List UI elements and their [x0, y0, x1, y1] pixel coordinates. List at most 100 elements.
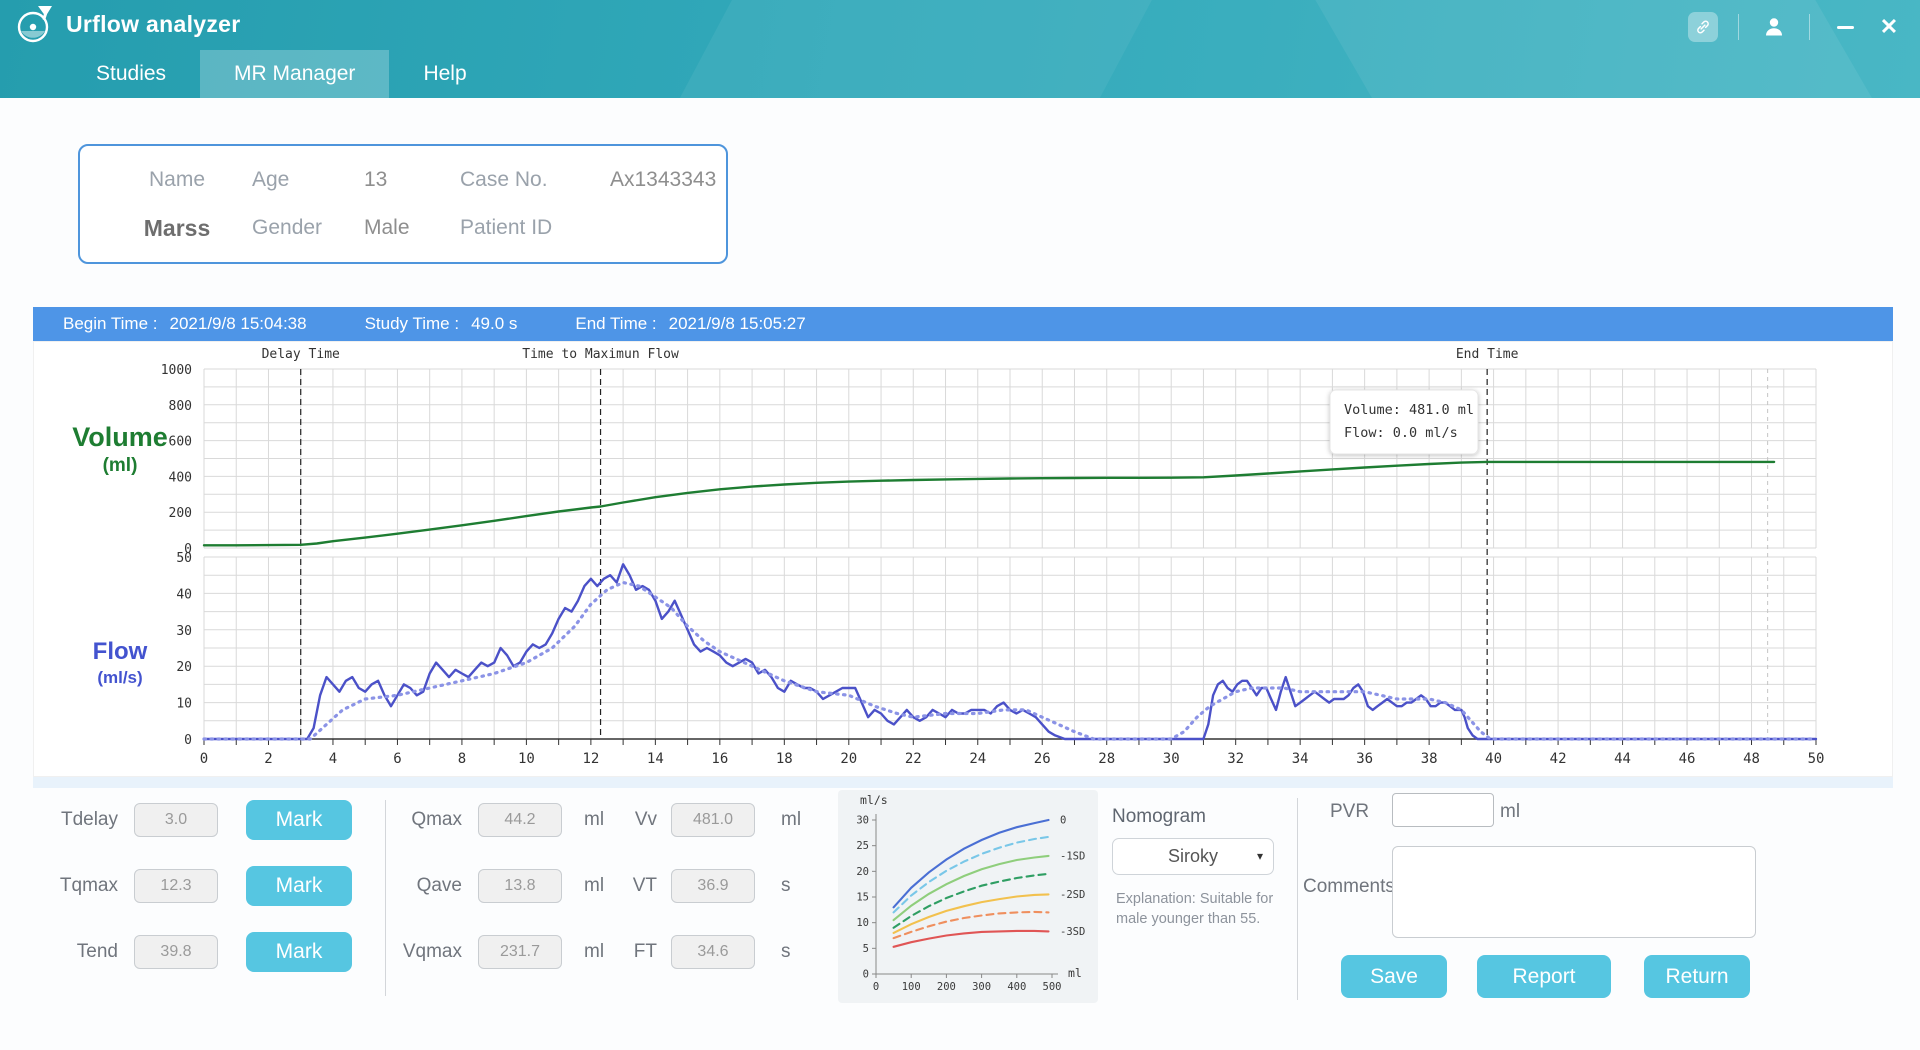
- tqmax-mark-button[interactable]: Mark: [246, 866, 352, 906]
- svg-text:40: 40: [1485, 751, 1502, 767]
- svg-text:30: 30: [1163, 751, 1180, 767]
- tdelay-row: Tdelay 3.0 Mark: [46, 800, 352, 840]
- vqmax-label: Vqmax: [390, 941, 462, 963]
- svg-text:38: 38: [1421, 751, 1438, 767]
- qmax-vv-row: Qmax 44.2 ml Vv 481.0 ml: [390, 800, 811, 840]
- header-decoration: [647, 0, 1173, 98]
- svg-text:300: 300: [972, 981, 991, 993]
- svg-text:25: 25: [856, 840, 869, 852]
- section-divider: [385, 800, 386, 996]
- return-button[interactable]: Return: [1644, 955, 1750, 998]
- svg-text:400: 400: [1007, 981, 1026, 993]
- nav-item-studies[interactable]: Studies: [62, 50, 200, 98]
- svg-text:0: 0: [200, 751, 208, 767]
- nav-item-mr-manager[interactable]: MR Manager: [200, 50, 389, 98]
- pvr-input[interactable]: [1392, 793, 1494, 827]
- patient-case-value: Ax1343343: [610, 168, 716, 192]
- svg-text:10: 10: [856, 917, 869, 929]
- app-header: Urflow analyzer ✕ Studies: [0, 0, 1920, 98]
- qave-value: 13.8: [478, 869, 562, 903]
- patient-age-value: 13: [364, 168, 460, 192]
- comments-textarea[interactable]: [1392, 846, 1756, 938]
- close-button[interactable]: ✕: [1872, 12, 1906, 42]
- ft-label: FT: [614, 941, 657, 963]
- svg-text:Flow: 0.0 ml/s: Flow: 0.0 ml/s: [1344, 425, 1458, 441]
- tqmax-value: 12.3: [134, 869, 218, 903]
- svg-text:20: 20: [176, 660, 192, 675]
- tdelay-label: Tdelay: [46, 809, 118, 831]
- study-time-label: Study Time :: [365, 314, 459, 334]
- tdelay-mark-button[interactable]: Mark: [246, 800, 352, 840]
- svg-text:36: 36: [1356, 751, 1373, 767]
- svg-text:30: 30: [176, 624, 192, 639]
- flow-axis-title: Flow (ml/s): [74, 638, 166, 688]
- flow-metrics-section: Qmax 44.2 ml Vv 481.0 ml Qave 13.8 ml VT…: [390, 800, 811, 972]
- separator: [1738, 14, 1739, 40]
- time-marks-section: Tdelay 3.0 Mark Tqmax 12.3 Mark Tend 39.…: [46, 800, 352, 972]
- vv-label: Vv: [614, 809, 657, 831]
- tend-label: Tend: [46, 941, 118, 963]
- tend-mark-button[interactable]: Mark: [246, 932, 352, 972]
- svg-text:40: 40: [176, 587, 192, 602]
- uroflow-chart-canvas[interactable]: 0246810121416182022242628303234363840424…: [34, 342, 1894, 778]
- patient-id-label: Patient ID: [460, 216, 610, 240]
- svg-text:24: 24: [969, 751, 986, 767]
- svg-text:100: 100: [902, 981, 921, 993]
- svg-text:0: 0: [873, 981, 879, 993]
- report-button[interactable]: Report: [1477, 955, 1611, 998]
- vqmax-value: 231.7: [478, 935, 562, 969]
- nomogram-chart-canvas: 0510152025300100200300400500ml/sml0-1SD-…: [838, 790, 1098, 1003]
- vt-unit: s: [781, 875, 811, 897]
- svg-text:28: 28: [1098, 751, 1115, 767]
- nomogram-selected-value: Siroky: [1168, 846, 1218, 867]
- chart-bottom-strip: [33, 777, 1893, 788]
- vqmax-ft-row: Vqmax 231.7 ml FT 34.6 s: [390, 932, 811, 972]
- svg-text:12: 12: [582, 751, 599, 767]
- ft-unit: s: [781, 941, 811, 963]
- qave-vt-row: Qave 13.8 ml VT 36.9 s: [390, 866, 811, 906]
- svg-text:15: 15: [856, 892, 869, 904]
- svg-text:-1SD: -1SD: [1060, 850, 1085, 862]
- tend-row: Tend 39.8 Mark: [46, 932, 352, 972]
- ft-value: 34.6: [671, 935, 755, 969]
- svg-text:Volume: 481.0 ml: Volume: 481.0 ml: [1344, 402, 1474, 418]
- svg-text:0: 0: [184, 733, 192, 748]
- svg-text:4: 4: [329, 751, 337, 767]
- begin-time-label: Begin Time :: [63, 314, 158, 334]
- svg-text:46: 46: [1679, 751, 1696, 767]
- patient-info-card: Name Age 13 Case No. Ax1343343 Marss Gen…: [78, 144, 728, 264]
- svg-text:48: 48: [1743, 751, 1760, 767]
- patient-gender-label: Gender: [252, 216, 364, 240]
- minimize-icon: [1837, 26, 1854, 29]
- svg-text:800: 800: [169, 399, 192, 414]
- comments-label: Comments: [1303, 876, 1395, 898]
- nav-item-help[interactable]: Help: [389, 50, 500, 98]
- svg-text:14: 14: [647, 751, 664, 767]
- uroflow-chart[interactable]: 0246810121416182022242628303234363840424…: [33, 341, 1893, 777]
- study-time-value: 49.0 s: [471, 314, 517, 334]
- nomogram-select[interactable]: Siroky ▾: [1112, 838, 1274, 875]
- svg-text:ml: ml: [1068, 966, 1082, 980]
- save-button[interactable]: Save: [1341, 955, 1447, 998]
- vv-unit: ml: [781, 809, 811, 831]
- main-nav: Studies MR Manager Help: [0, 50, 501, 98]
- tqmax-row: Tqmax 12.3 Mark: [46, 866, 352, 906]
- svg-text:30: 30: [856, 815, 869, 827]
- svg-text:10: 10: [518, 751, 535, 767]
- svg-text:End Time: End Time: [1456, 347, 1519, 362]
- svg-text:44: 44: [1614, 751, 1631, 767]
- svg-text:22: 22: [905, 751, 922, 767]
- svg-text:18: 18: [776, 751, 793, 767]
- section-divider: [1297, 798, 1298, 1000]
- svg-text:20: 20: [840, 751, 857, 767]
- svg-text:200: 200: [937, 981, 956, 993]
- svg-text:10: 10: [176, 697, 192, 712]
- pvr-unit: ml: [1500, 801, 1520, 823]
- patient-gender-value: Male: [364, 216, 460, 240]
- user-button[interactable]: [1759, 12, 1789, 42]
- svg-text:500: 500: [1043, 981, 1062, 993]
- link-button[interactable]: [1688, 12, 1718, 42]
- svg-text:42: 42: [1550, 751, 1567, 767]
- svg-text:34: 34: [1292, 751, 1309, 767]
- minimize-button[interactable]: [1830, 12, 1860, 42]
